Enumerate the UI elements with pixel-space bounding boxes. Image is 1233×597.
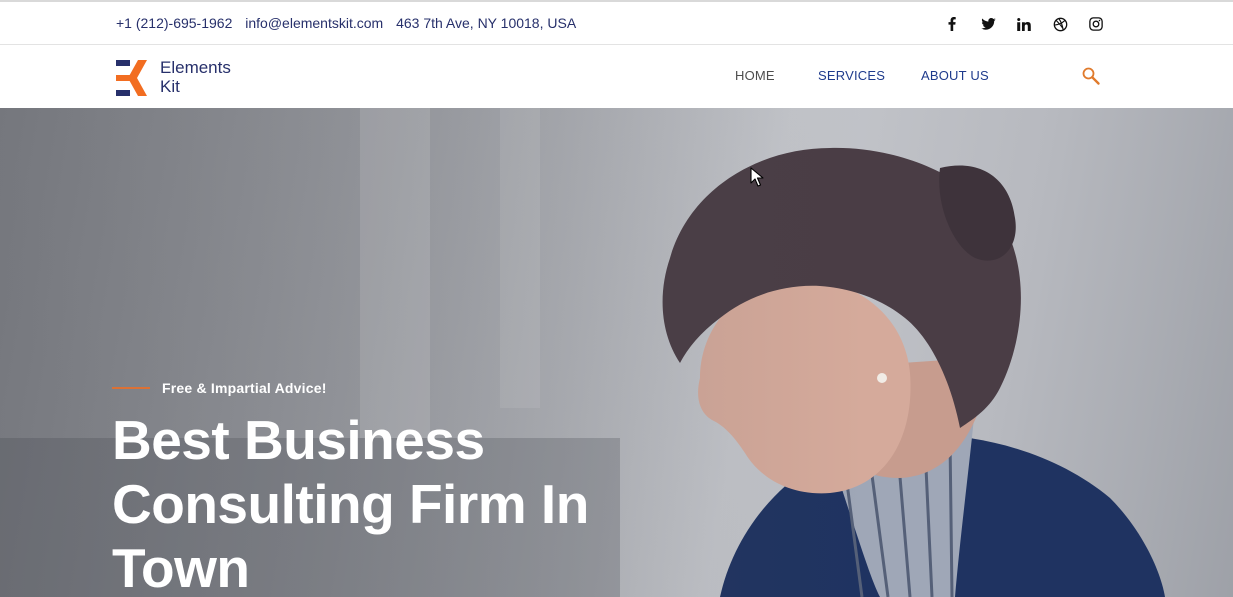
twitter-icon[interactable] <box>980 16 996 32</box>
social-links <box>944 16 1124 32</box>
phone-number[interactable]: +1 (212)-695-1962 <box>116 15 232 31</box>
hero-headline: Best Business Consulting Firm In Town <box>112 408 672 597</box>
nav-about-us[interactable]: ABOUT US <box>921 68 989 83</box>
nav-home[interactable]: HOME <box>735 68 775 83</box>
mouse-cursor-icon <box>750 167 764 187</box>
nav-services[interactable]: SERVICES <box>818 68 885 83</box>
eyebrow-rule <box>112 387 150 389</box>
headline-line-3: Town <box>112 537 250 597</box>
headline-line-2: Consulting Firm In <box>112 473 589 535</box>
eyebrow-text: Free & Impartial Advice! <box>162 380 327 396</box>
instagram-icon[interactable] <box>1088 16 1104 32</box>
hero-eyebrow: Free & Impartial Advice! <box>112 379 327 397</box>
facebook-icon[interactable] <box>944 16 960 32</box>
top-info-bar: +1 (212)-695-1962 info@elementskit.com 4… <box>0 0 1233 45</box>
contact-info: +1 (212)-695-1962 info@elementskit.com 4… <box>116 15 585 31</box>
linkedin-icon[interactable] <box>1016 16 1032 32</box>
email-link[interactable]: info@elementskit.com <box>245 15 383 31</box>
site-header: Elements Kit HOME SERVICES ABOUT US <box>0 45 1233 108</box>
address-text: 463 7th Ave, NY 10018, USA <box>396 15 577 31</box>
dribbble-icon[interactable] <box>1052 16 1068 32</box>
hero-section: Free & Impartial Advice! Best Business C… <box>0 108 1233 597</box>
main-nav: HOME SERVICES ABOUT US <box>0 68 1233 86</box>
headline-line-1: Best Business <box>112 409 485 471</box>
search-icon[interactable] <box>1081 66 1101 86</box>
